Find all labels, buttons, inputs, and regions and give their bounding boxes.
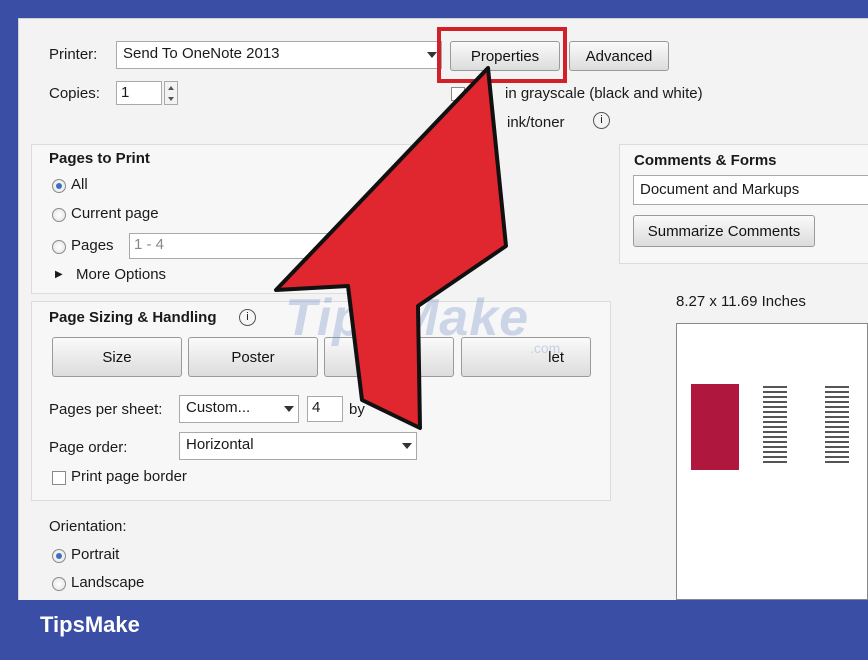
footer-bar: TipsMake	[0, 600, 868, 660]
brand-footer-text: TipsMake	[40, 612, 140, 637]
pointer-arrow-icon	[274, 66, 508, 430]
arrow-shape	[274, 66, 508, 430]
screenshot-frame: Printer: Send To OneNote 2013 Properties…	[0, 0, 868, 660]
